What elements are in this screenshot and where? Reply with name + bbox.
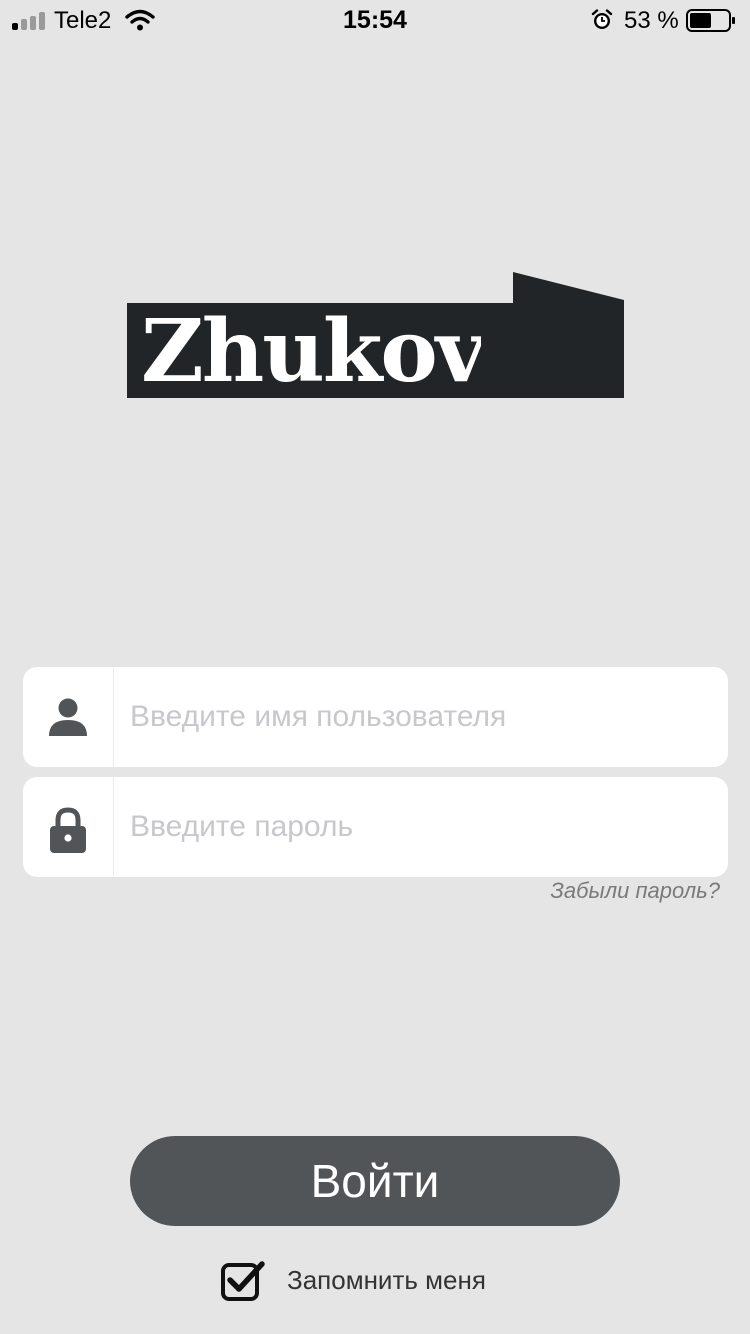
- lock-icon: [50, 807, 86, 853]
- login-button[interactable]: Войти: [130, 1136, 620, 1226]
- username-input[interactable]: [130, 667, 710, 767]
- battery-icon: [686, 9, 735, 32]
- username-icon-cell: [23, 667, 114, 767]
- user-icon: [49, 698, 87, 736]
- logo-text: Zhukov: [141, 306, 481, 398]
- username-field[interactable]: [23, 667, 728, 767]
- remember-me-label: Запомнить меня: [287, 1265, 486, 1295]
- alarm-icon: [591, 9, 613, 29]
- remember-me-toggle[interactable]: Запомнить меня: [220, 1258, 540, 1302]
- checkbox-checked-icon[interactable]: [220, 1258, 266, 1302]
- status-bar: Tele2 15:54 53 %: [0, 0, 750, 40]
- forgot-password-link[interactable]: Забыли пароль?: [550, 878, 720, 904]
- battery-percentage: 53 %: [624, 7, 679, 34]
- password-input[interactable]: [130, 777, 710, 877]
- brand-logo: Zhukov: [127, 270, 624, 398]
- password-field[interactable]: [23, 777, 728, 877]
- password-icon-cell: [23, 777, 114, 877]
